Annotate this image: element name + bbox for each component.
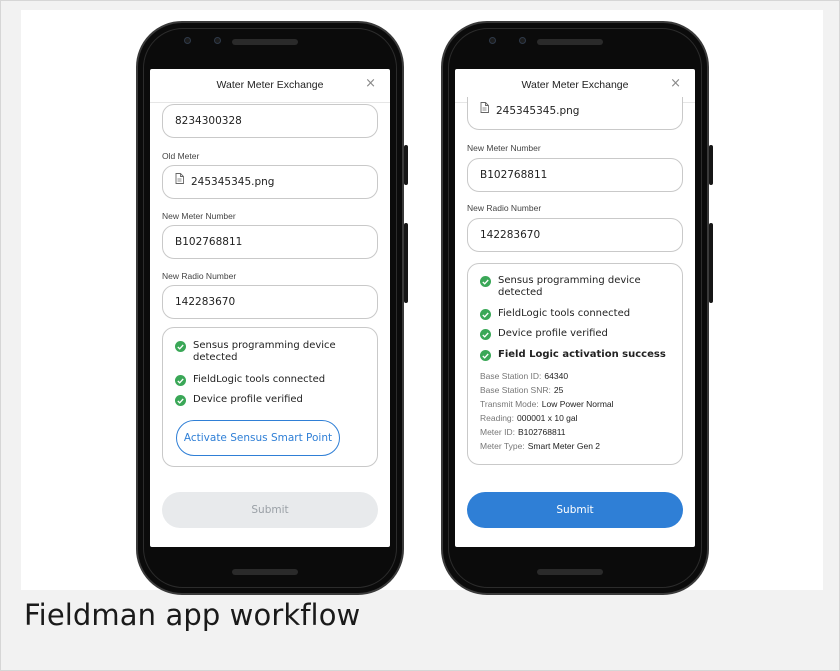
- check-icon: [480, 350, 491, 361]
- close-icon[interactable]: ×: [670, 77, 681, 91]
- front-camera-icon: [489, 37, 496, 44]
- sheet-title: Water Meter Exchange: [216, 79, 324, 91]
- top-speaker: [232, 39, 298, 45]
- screenshot-stage: Water Meter Exchange × 8234300328 Old Me…: [21, 10, 823, 595]
- status-text: FieldLogic tools connected: [498, 308, 631, 319]
- activation-status-box: Sensus programming device detected Field…: [162, 327, 378, 467]
- new-meter-label: New Meter Number: [162, 211, 236, 221]
- submit-button[interactable]: Submit: [467, 492, 683, 528]
- status-row: Sensus programming device detected: [480, 275, 672, 299]
- bottom-speaker: [232, 569, 298, 575]
- status-row: FieldLogic tools connected: [480, 308, 672, 320]
- close-icon[interactable]: ×: [365, 77, 376, 91]
- old-meter-file-field[interactable]: 245345345.png: [162, 165, 378, 199]
- new-meter-number-field[interactable]: B102768811: [467, 158, 683, 192]
- sheet-title: Water Meter Exchange: [521, 79, 629, 91]
- detail-row-transmit-mode: Transmit Mode: Low Power Normal: [480, 399, 614, 409]
- new-radio-label: New Radio Number: [467, 203, 542, 213]
- status-text: Field Logic activation success: [498, 349, 666, 360]
- status-text: Device profile verified: [193, 394, 303, 405]
- sensor-icon: [519, 37, 526, 44]
- status-text: Device profile verified: [498, 328, 608, 339]
- status-text: FieldLogic tools connected: [193, 374, 326, 385]
- phone-screen: Water Meter Exchange × 245345345.png New…: [455, 69, 695, 547]
- phone-right: Water Meter Exchange × 245345345.png New…: [441, 21, 713, 595]
- phone-side-button: [404, 145, 408, 185]
- phone-volume-button: [404, 223, 408, 303]
- sensor-icon: [214, 37, 221, 44]
- old-meter-file-name: 245345345.png: [496, 105, 580, 117]
- phone-screen: Water Meter Exchange × 8234300328 Old Me…: [150, 69, 390, 547]
- status-text: Sensus programming device detected: [498, 275, 641, 298]
- old-meter-label: Old Meter: [162, 151, 200, 161]
- bottom-speaker: [537, 569, 603, 575]
- status-text: Sensus programming device detected: [193, 340, 336, 363]
- old-meter-file-name: 245345345.png: [191, 176, 275, 188]
- check-icon: [175, 341, 186, 352]
- detail-label: Reading:: [480, 413, 515, 423]
- detail-label: Base Station ID:: [480, 371, 542, 381]
- detail-row-reading: Reading: 000001 x 10 gal: [480, 413, 578, 423]
- check-icon: [175, 375, 186, 386]
- sheet-header: Water Meter Exchange ×: [150, 69, 390, 103]
- new-meter-number-field[interactable]: B102768811: [162, 225, 378, 259]
- check-icon: [175, 395, 186, 406]
- top-speaker: [537, 39, 603, 45]
- detail-row-base-station-snr: Base Station SNR: 25: [480, 385, 563, 395]
- check-icon: [480, 309, 491, 320]
- detail-row-meter-id: Meter ID: B102768811: [480, 427, 566, 437]
- new-radio-label: New Radio Number: [162, 271, 237, 281]
- detail-label: Meter ID:: [480, 427, 515, 437]
- status-row-success: Field Logic activation success: [480, 349, 672, 361]
- phone-volume-button: [709, 223, 713, 303]
- new-radio-number-field[interactable]: 142283670: [467, 218, 683, 252]
- detail-value: 000001 x 10 gal: [517, 413, 578, 423]
- file-icon: [480, 97, 489, 124]
- detail-row-meter-type: Meter Type: Smart Meter Gen 2: [480, 441, 600, 451]
- phone-left: Water Meter Exchange × 8234300328 Old Me…: [136, 21, 408, 595]
- detail-value: 64340: [544, 371, 569, 381]
- new-radio-number-field[interactable]: 142283670: [162, 285, 378, 319]
- activation-status-box: Sensus programming device detected Field…: [467, 263, 683, 465]
- status-row: Device profile verified: [480, 328, 672, 340]
- detail-label: Meter Type:: [480, 441, 525, 451]
- check-icon: [480, 329, 491, 340]
- account-number-field[interactable]: 8234300328: [162, 104, 378, 138]
- detail-value: B102768811: [517, 427, 566, 437]
- check-icon: [480, 276, 491, 287]
- status-row: FieldLogic tools connected: [175, 374, 367, 386]
- detail-value: 25: [553, 385, 564, 395]
- phone-side-button: [709, 145, 713, 185]
- new-meter-label: New Meter Number: [467, 143, 541, 153]
- detail-label: Base Station SNR:: [480, 385, 551, 395]
- submit-button[interactable]: Submit: [162, 492, 378, 528]
- status-row: Sensus programming device detected: [175, 340, 367, 364]
- file-icon: [175, 166, 184, 197]
- detail-label: Transmit Mode:: [480, 399, 539, 409]
- detail-value: Smart Meter Gen 2: [527, 441, 601, 451]
- detail-row-base-station-id: Base Station ID: 64340: [480, 371, 568, 381]
- detail-value: Low Power Normal: [541, 399, 614, 409]
- old-meter-file-field[interactable]: 245345345.png: [467, 97, 683, 130]
- status-row: Device profile verified: [175, 394, 367, 406]
- activate-smart-point-button[interactable]: Activate Sensus Smart Point: [176, 420, 340, 456]
- front-camera-icon: [184, 37, 191, 44]
- figure-caption: Fieldman app workflow: [24, 598, 361, 632]
- figure-card: Water Meter Exchange × 8234300328 Old Me…: [0, 0, 840, 671]
